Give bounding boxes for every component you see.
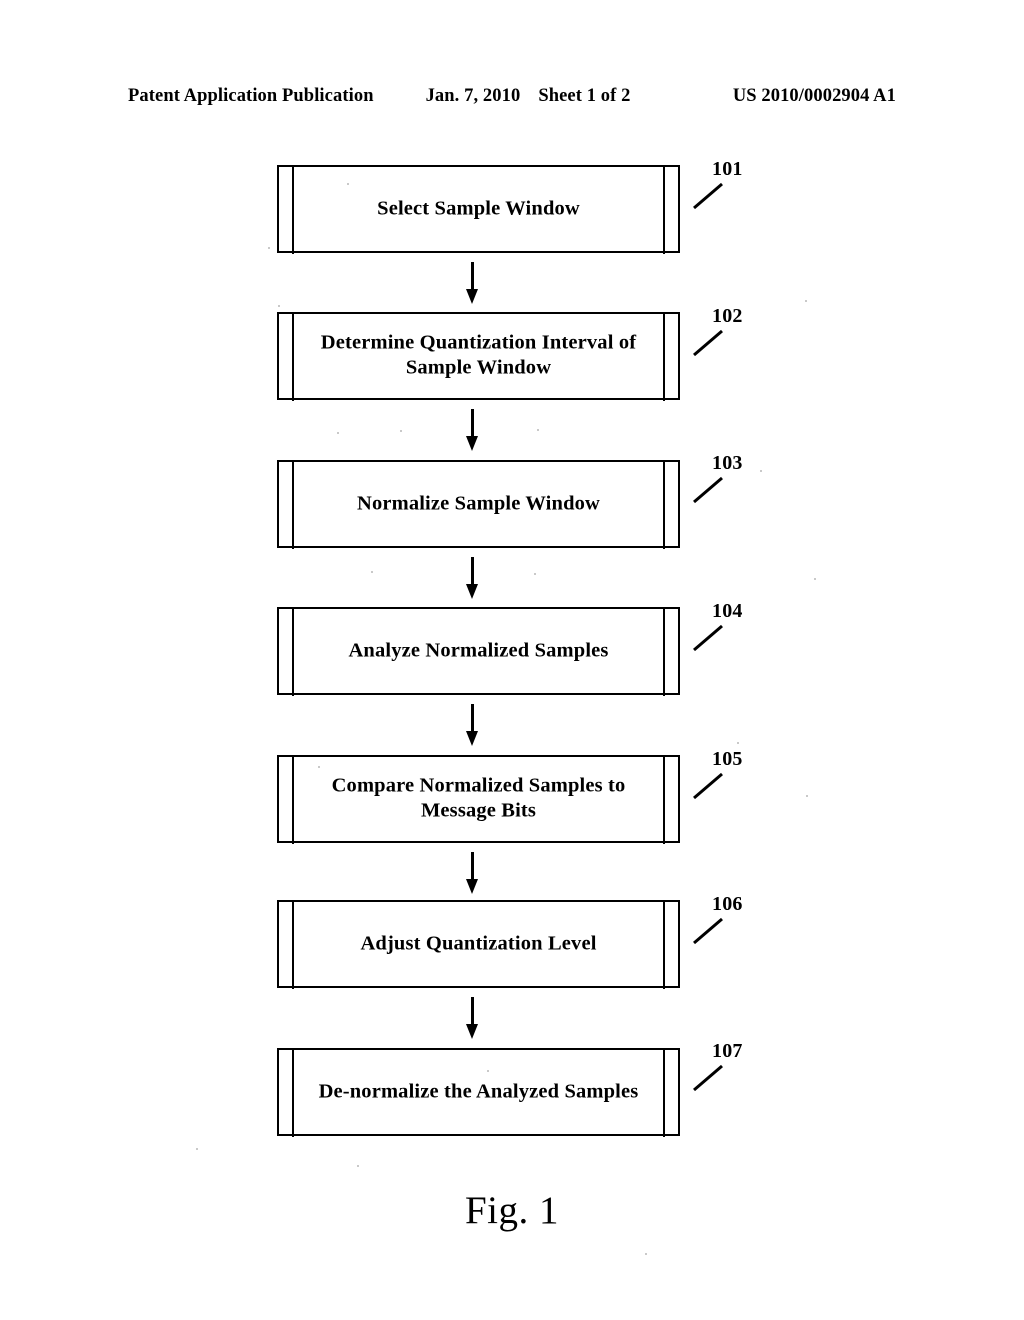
reference-callout-106: 106 bbox=[686, 893, 796, 955]
scan-speckle bbox=[737, 742, 739, 744]
reference-number-103: 103 bbox=[712, 452, 743, 474]
flow-node-101-label: Select Sample Window bbox=[377, 197, 580, 220]
reference-callout-105: 105 bbox=[686, 748, 796, 810]
reference-callout-102: 102 bbox=[686, 305, 796, 367]
scan-speckle bbox=[268, 247, 270, 249]
reference-number-106: 106 bbox=[712, 893, 743, 915]
leader-line-101-icon bbox=[692, 182, 726, 210]
reference-callout-107: 107 bbox=[686, 1040, 796, 1102]
scan-speckle bbox=[318, 766, 320, 768]
leader-line-102-icon bbox=[692, 329, 726, 357]
reference-number-102: 102 bbox=[712, 305, 743, 327]
scan-speckle bbox=[805, 300, 807, 302]
flow-node-107: De-normalize the Analyzed Samples bbox=[277, 1047, 680, 1137]
scan-speckle bbox=[806, 795, 808, 797]
figure-caption: Fig. 1 bbox=[464, 1189, 560, 1232]
reference-number-105: 105 bbox=[712, 748, 743, 770]
scan-speckle bbox=[347, 183, 349, 185]
flow-node-103: Normalize Sample Window bbox=[277, 459, 680, 549]
flow-node-102: Determine Quantization Interval of Sampl… bbox=[277, 311, 680, 401]
flow-node-107-label: De-normalize the Analyzed Samples bbox=[318, 1080, 639, 1103]
flow-node-106-label: Adjust Quantization Level bbox=[360, 932, 597, 955]
flow-node-106: Adjust Quantization Level bbox=[277, 899, 680, 989]
flow-node-102-label: Determine Quantization Interval of Sampl… bbox=[320, 331, 637, 379]
flow-arrow-105-to-106-icon bbox=[466, 852, 478, 894]
scan-speckle bbox=[814, 578, 816, 580]
scan-speckle bbox=[196, 1148, 198, 1150]
leader-line-106-icon bbox=[692, 917, 726, 945]
reference-callout-104: 104 bbox=[686, 600, 796, 662]
scan-speckle bbox=[357, 1165, 359, 1167]
scan-speckle bbox=[278, 305, 280, 307]
scan-speckle bbox=[337, 432, 339, 434]
scan-speckle bbox=[645, 1253, 647, 1255]
flow-node-105-label: Compare Normalized Samples to Message Bi… bbox=[331, 774, 626, 822]
leader-line-103-icon bbox=[692, 476, 726, 504]
scan-speckle bbox=[400, 430, 402, 432]
scan-speckle bbox=[760, 470, 762, 472]
scan-speckle bbox=[487, 1070, 489, 1072]
flow-arrow-101-to-102-icon bbox=[466, 262, 478, 304]
reference-callout-103: 103 bbox=[686, 452, 796, 514]
flow-arrow-102-to-103-icon bbox=[466, 409, 478, 451]
flowchart-diagram: Select Sample Window 101 Determine Quant… bbox=[0, 0, 1024, 1320]
flow-arrow-106-to-107-icon bbox=[466, 997, 478, 1039]
flow-node-101: Select Sample Window bbox=[277, 164, 680, 254]
leader-line-107-icon bbox=[692, 1064, 726, 1092]
reference-number-101: 101 bbox=[712, 158, 743, 180]
flow-node-103-label: Normalize Sample Window bbox=[356, 492, 600, 515]
flow-arrow-103-to-104-icon bbox=[466, 557, 478, 599]
scan-speckle bbox=[371, 571, 373, 573]
flow-node-105: Compare Normalized Samples to Message Bi… bbox=[277, 754, 680, 844]
scan-speckle bbox=[537, 429, 539, 431]
flow-arrow-104-to-105-icon bbox=[466, 704, 478, 746]
leader-line-104-icon bbox=[692, 624, 726, 652]
reference-number-107: 107 bbox=[712, 1040, 743, 1062]
leader-line-105-icon bbox=[692, 772, 726, 800]
flow-node-104-label: Analyze Normalized Samples bbox=[348, 639, 609, 662]
flow-node-104: Analyze Normalized Samples bbox=[277, 606, 680, 696]
scan-speckle bbox=[534, 573, 536, 575]
reference-number-104: 104 bbox=[712, 600, 743, 622]
reference-callout-101: 101 bbox=[686, 158, 796, 220]
